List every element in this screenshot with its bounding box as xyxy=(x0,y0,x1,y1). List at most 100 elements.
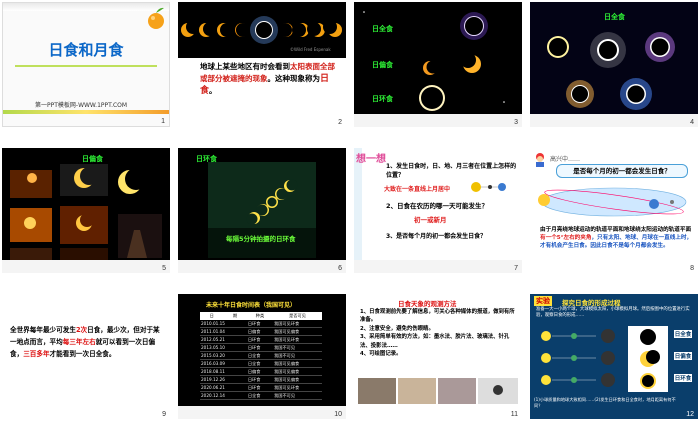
para-g: 才能看到一次日全食。 xyxy=(49,350,116,358)
slide-number: 4 xyxy=(690,119,694,126)
cell-visible: 我国不可见 xyxy=(274,344,296,350)
slide-footer-bar xyxy=(178,260,346,273)
question-1: 1、发生日食时，日、地、月三者在位置上怎样的位置？ xyxy=(386,163,517,179)
table-header-row: 日 期 种类 是否可见 xyxy=(200,312,322,320)
caption-annular-sequence: 每隔5分钟拍摄的日环食 xyxy=(226,235,296,243)
table-row: 2019.12.26 日环食 我国可见偏食 xyxy=(200,376,322,384)
question-3: 3、是否每个月的初一都会发生日食？ xyxy=(386,233,487,240)
slide-footer-bar xyxy=(530,114,698,127)
experiment-title: 探究日食的形成过程 xyxy=(562,299,621,307)
experiment-badge: 实验 xyxy=(534,296,552,306)
body-text-a: 地球上某些地区有时会看到 xyxy=(200,62,290,71)
para-a: 全世界每年最少可发生 xyxy=(10,326,76,334)
para-f: 三百多年 xyxy=(23,350,50,358)
slide-number: 7 xyxy=(514,265,518,272)
slide-8[interactable]: 高兴中…… 是否每个月的初一都会发生日食？ 由于月亮绕地球运动的轨道平面和地球绕… xyxy=(530,148,698,273)
slide-12[interactable]: 实验 探究日食的形成过程 准备一大一小两个球，大球模拟太阳，小球模拟月球。然后按… xyxy=(530,294,698,419)
slide-footer-bar xyxy=(354,260,522,273)
slide-footer-bar xyxy=(2,260,170,273)
photo-credit: ©Wild Fred Espenak xyxy=(290,47,331,52)
cell-date: 2011.01.04 xyxy=(201,329,225,334)
explanation-b: 有一个5°左右的夹角 xyxy=(540,235,592,241)
table-row: 2012.05.21 日环食 我国可见环食 xyxy=(200,336,322,344)
cell-type: 日环食 xyxy=(247,320,261,326)
cell-visible: 我国可见偏食 xyxy=(274,328,300,334)
cell-date: 2016.03.09 xyxy=(201,361,225,366)
observation-list: 1、日食观测前先要了解信息，可关心各种媒体的报道，做到有所准备。 2、注意安全，… xyxy=(360,308,518,358)
cell-date: 2010.01.15 xyxy=(201,321,225,326)
slide-2[interactable]: ©Wild Fred Espenak 地球上某些地区有时会看到太阳表面全部或部分… xyxy=(178,2,346,127)
observation-photos xyxy=(358,378,518,404)
experiment-footer: (1)小球质量和地球大致相同……(2)发生日环食和日全食时，地月距离有何不同？ xyxy=(534,397,684,409)
table-row: 2020.06.21 日环食 我国可见环食 xyxy=(200,384,322,392)
slide-5[interactable]: 日偏食 5 xyxy=(2,148,170,273)
slide-number: 5 xyxy=(162,265,166,272)
col-visible: 是否可见 xyxy=(289,313,306,318)
table-row: 2013.05.10 日环食 我国不可见 xyxy=(200,344,322,352)
slide-11[interactable]: 日食天象的观测方法 1、日食观测前先要了解信息，可关心各种媒体的报道，做到有所准… xyxy=(354,294,522,419)
body-text-e: 。 xyxy=(209,86,217,95)
label-annular-eclipse: 日环食 xyxy=(196,155,217,163)
think-badge: 想一想 xyxy=(356,154,386,165)
slide-2-body: 地球上某些地区有时会看到太阳表面全部或部分被遮掩的现象。这种现象称为日食。 xyxy=(200,61,338,97)
para-b: 2次 xyxy=(75,326,88,334)
slide-number: 3 xyxy=(514,119,518,126)
table-row: 2018.08.11 日偏食 我国可见偏食 xyxy=(200,368,322,376)
slide-title: 日食和月食 xyxy=(48,41,124,59)
explanation-a: 由于月亮绕地球运动的轨道平面和地球绕太阳运动的轨道平面 xyxy=(540,227,692,233)
cell-type: 日环食 xyxy=(247,384,261,390)
partial-eclipse-photos xyxy=(2,148,170,273)
cell-type: 日偏食 xyxy=(247,368,261,374)
slide-footer-bar xyxy=(354,114,522,127)
question-box: 是否每个月的初一都会发生日食？ xyxy=(556,164,688,178)
cell-visible: 我国可见偏食 xyxy=(274,368,300,374)
cell-date: 2012.05.21 xyxy=(201,337,225,342)
slide-number: 9 xyxy=(162,411,166,418)
cell-type: 日全食 xyxy=(247,392,261,398)
table-row: 2015.03.20 日全食 我国不可见 xyxy=(200,352,322,360)
sun-moon-earth-diagram xyxy=(471,182,506,192)
diagram-label-annular: 日环食 xyxy=(674,374,692,382)
observation-item: 4、可绘图记录。 xyxy=(360,351,402,358)
experiment-diagram xyxy=(541,326,668,392)
cell-type: 日全食 xyxy=(247,360,261,366)
experiment-body: 准备一大一小两个球，大球模拟太阳，小球模拟月球。然后按图中的位置进行实验，观察日… xyxy=(536,307,690,318)
body-text-c: 。这种现象称为 xyxy=(267,74,321,83)
slide-1[interactable]: 日食和月食 第一PPT模板网-WWW.1PPT.COM 1 xyxy=(2,2,170,127)
slide-6[interactable]: 日环食 每隔5分钟拍摄的日环食 6 xyxy=(178,148,346,273)
cell-date: 2019.12.26 xyxy=(201,377,225,382)
cell-date: 2018.08.11 xyxy=(201,369,225,374)
slide-3[interactable]: 日全食 日偏食 日环食 3 xyxy=(354,2,522,127)
cell-visible: 我国可见偏食 xyxy=(274,376,300,382)
question-2: 2、日食在农历的哪一天可能发生？ xyxy=(386,202,489,210)
para-d: 每三年左右 xyxy=(62,338,96,346)
orange-icon xyxy=(148,7,164,29)
cell-visible: 我国可见环食 xyxy=(274,336,300,342)
label-annular-eclipse: 日环食 xyxy=(372,95,393,103)
slide-4[interactable]: 日全食 4 xyxy=(530,2,698,127)
table-title: 未来十年日食时间表（我国可见） xyxy=(206,302,297,309)
explanation-text: 由于月亮绕地球运动的轨道平面和地球绕太阳运动的轨道平面有一个5°左右的夹角，只有… xyxy=(540,226,694,250)
slide-number: 6 xyxy=(338,265,342,272)
cell-visible: 我国可见偏食 xyxy=(274,360,300,366)
header-text: 高兴中…… xyxy=(550,156,581,163)
slide-7[interactable]: 想一想 1、发生日食时，日、地、月三者在位置上怎样的位置？ 大致在一条直线上月居… xyxy=(354,148,522,273)
slide-9[interactable]: 全世界每年最少可发生2次日食，最少次，但对于某一地点而言，平均每三年左右就可以看… xyxy=(2,294,170,419)
cell-visible: 我国可见环食 xyxy=(274,384,300,390)
table-row: 2011.01.04 日偏食 我国可见偏食 xyxy=(200,328,322,336)
slide-10[interactable]: 未来十年日食时间表（我国可见） 日 期 种类 是否可见 2010.01.15 日环… xyxy=(178,294,346,419)
table-row: 2016.03.09 日全食 我国可见偏食 xyxy=(200,360,322,368)
col-date: 期 xyxy=(233,313,238,318)
observation-item: 2、注意安全，避免灼伤眼睛。 xyxy=(360,325,434,332)
label-partial-eclipse: 日偏食 xyxy=(372,61,393,69)
observation-title: 日食天象的观测方法 xyxy=(398,300,457,308)
slide-subtitle: 第一PPT模板网-WWW.1PPT.COM xyxy=(35,102,128,109)
cell-date: 2020.06.21 xyxy=(201,385,225,390)
answer-1: 大致在一条直线上月居中 xyxy=(384,186,451,193)
eclipse-schedule-table: 日 期 种类 是否可见 2010.01.15 日环食 我国可见环食 2011.01.0… xyxy=(200,312,322,400)
title-underline xyxy=(15,65,157,67)
slide-number: 8 xyxy=(690,265,694,272)
answer-2: 初一或新月 xyxy=(414,216,447,224)
cell-type: 日环食 xyxy=(247,336,261,342)
slide-number: 11 xyxy=(510,411,518,418)
